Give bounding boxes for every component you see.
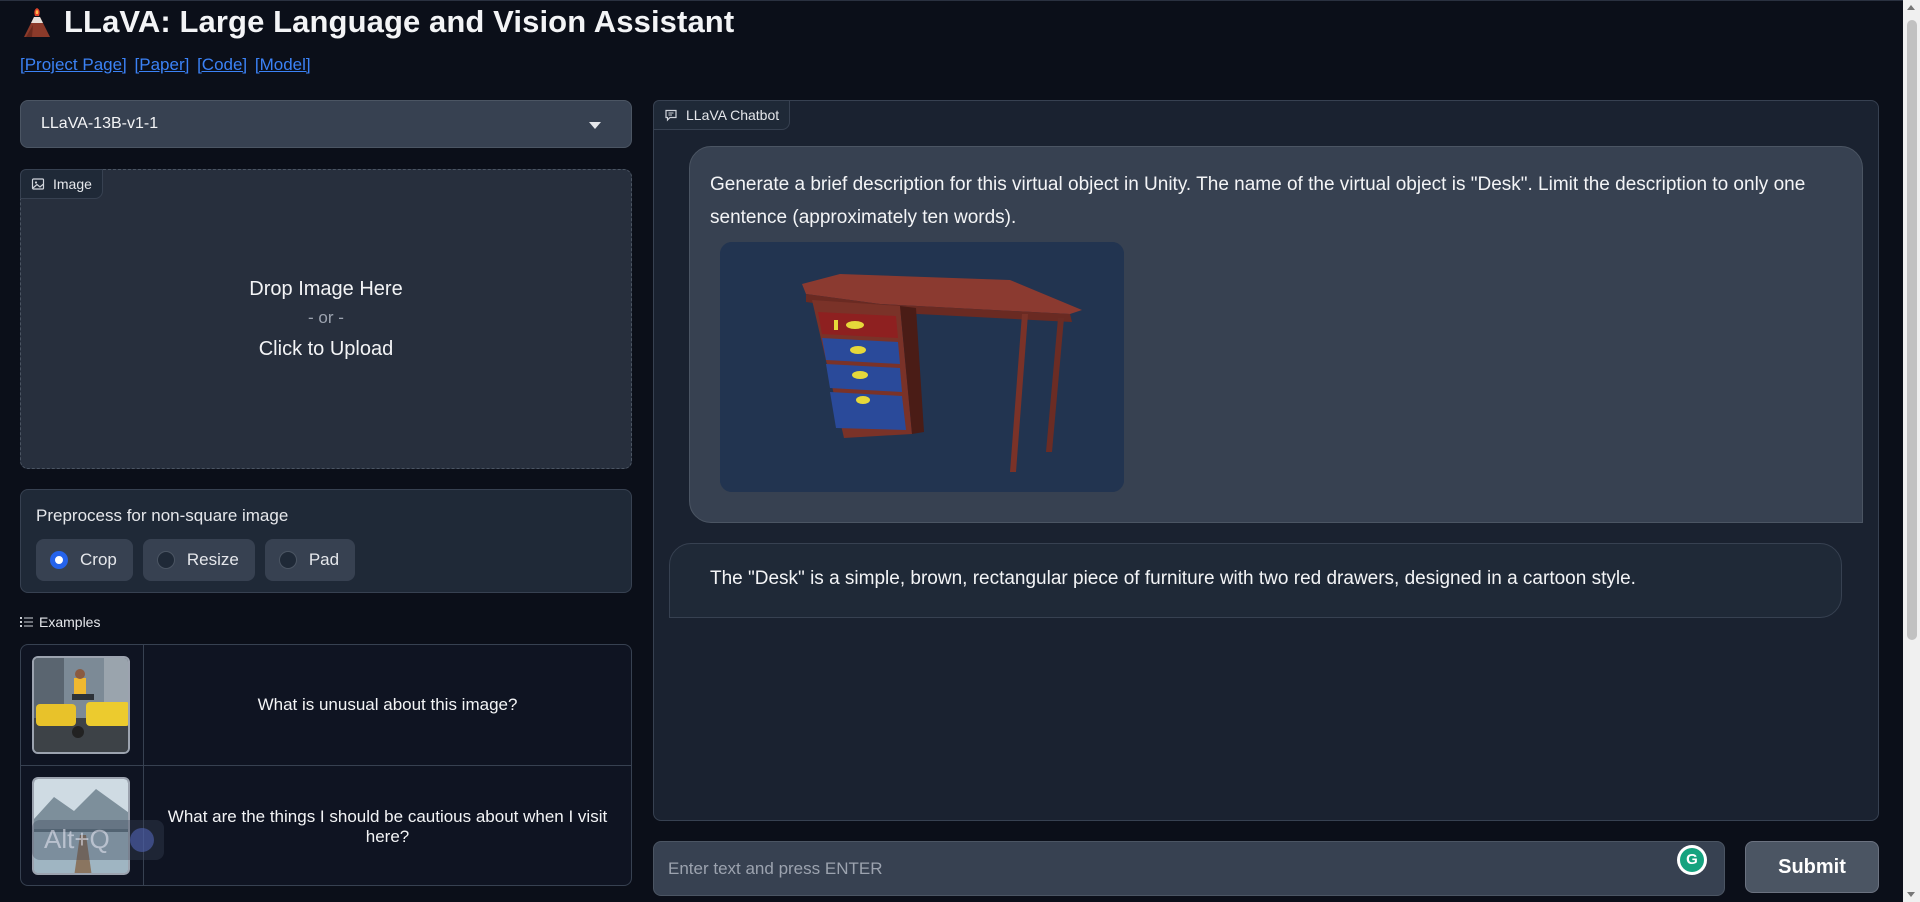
shortcut-text: Alt+Q [44, 824, 110, 854]
image-label-text: Image [53, 176, 92, 192]
bot-message: The "Desk" is a simple, brown, rectangul… [669, 543, 1842, 618]
radio-unselected-icon [156, 551, 175, 569]
image-icon [31, 178, 45, 190]
scroll-down-icon[interactable] [1907, 892, 1915, 897]
radio-crop-label: Crop [80, 550, 117, 569]
microphone-icon [130, 828, 154, 852]
grammarly-icon[interactable]: G [1677, 845, 1707, 875]
chatbot-panel: LLaVA Chatbot Generate a brief descripti… [653, 100, 1879, 821]
chat-icon [665, 109, 677, 122]
model-dropdown[interactable]: LLaVA-13B-v1-1 [20, 100, 632, 148]
user-message: Generate a brief description for this vi… [689, 146, 1863, 523]
example-row[interactable]: What is unusual about this image? [21, 645, 631, 766]
scrollbar[interactable] [1903, 0, 1920, 902]
radio-crop[interactable]: Crop [36, 539, 133, 581]
submit-button[interactable]: Submit [1745, 841, 1879, 893]
examples-header: Examples [20, 614, 100, 630]
example-thumbnail-taxi [32, 656, 130, 754]
drop-image-text: Drop Image Here [249, 278, 403, 300]
preprocess-group: Preprocess for non-square image Crop Res… [20, 489, 632, 593]
radio-resize-label: Resize [186, 550, 239, 569]
image-panel-label: Image [20, 169, 103, 199]
list-icon [20, 617, 33, 627]
model-link[interactable]: [Model] [255, 55, 311, 74]
volcano-icon [24, 8, 50, 37]
radio-pad-label: Pad [308, 550, 340, 569]
desk-image [720, 242, 1124, 492]
radio-unselected-icon [278, 551, 297, 569]
top-border [0, 0, 1920, 1]
header: LLaVA: Large Language and Vision Assista… [20, 2, 734, 42]
chatbot-label-text: LLaVA Chatbot [686, 107, 780, 123]
project-page-link[interactable]: [Project Page] [20, 55, 127, 74]
or-text: - or - [308, 308, 344, 327]
image-upload-area[interactable]: Image Drop Image Here - or - Click to Up… [20, 169, 632, 469]
preprocess-label: Preprocess for non-square image [36, 506, 289, 525]
chevron-down-icon [589, 122, 601, 129]
radio-pad[interactable]: Pad [264, 539, 356, 581]
example-text: What are the things I should be cautious… [167, 806, 608, 846]
shortcut-overlay[interactable]: Alt+Q [32, 820, 164, 860]
header-links: [Project Page] [Paper] [Code] [Model] [20, 55, 314, 75]
example-text: What is unusual about this image? [257, 695, 518, 714]
radio-resize[interactable]: Resize [142, 539, 255, 581]
preprocess-radio-group: Crop Resize Pad [36, 539, 356, 581]
chatbot-panel-label: LLaVA Chatbot [653, 100, 791, 130]
radio-selected-icon [50, 551, 68, 569]
paper-link[interactable]: [Paper] [135, 55, 190, 74]
examples-label: Examples [39, 614, 101, 630]
scroll-up-icon[interactable] [1907, 5, 1915, 10]
page-title: LLaVA: Large Language and Vision Assista… [64, 4, 735, 39]
chat-input[interactable] [653, 841, 1725, 896]
user-message-text: Generate a brief description for this vi… [710, 174, 1806, 228]
model-dropdown-value: LLaVA-13B-v1-1 [41, 115, 159, 132]
bot-message-text: The "Desk" is a simple, brown, rectangul… [710, 568, 1636, 589]
click-to-upload-text: Click to Upload [258, 338, 394, 360]
scrollbar-thumb[interactable] [1907, 20, 1917, 640]
code-link[interactable]: [Code] [197, 55, 247, 74]
